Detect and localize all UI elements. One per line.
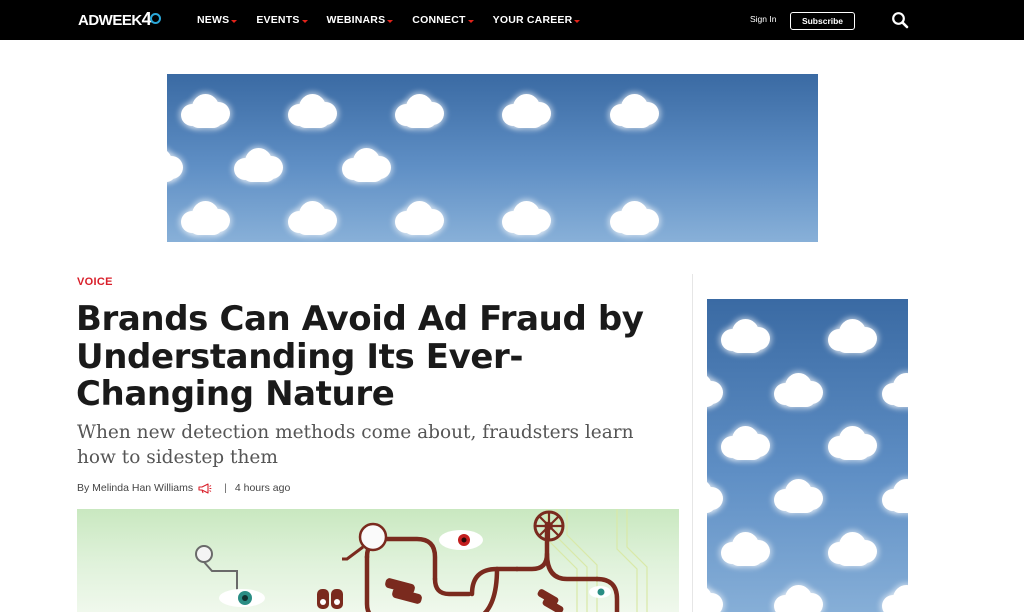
cloud-shape (774, 477, 824, 515)
cloud-shape (828, 317, 878, 355)
cloud-shape (288, 199, 338, 237)
leaderboard-ad[interactable] (167, 74, 818, 242)
hero-illustration (77, 509, 679, 612)
subscribe-button[interactable]: Subscribe (790, 12, 855, 30)
cloud-shape (502, 199, 552, 237)
main-nav: NEWS EVENTS WEBINARS CONNECT YOUR CAREER (197, 0, 599, 40)
nav-item-webinars[interactable]: WEBINARS (327, 14, 394, 26)
cloud-shape (774, 583, 824, 612)
cloud-shape (181, 199, 231, 237)
cloud-shape (288, 92, 338, 130)
sign-in-link[interactable]: Sign In (750, 14, 776, 24)
cloud-shape (181, 92, 231, 130)
cloud-shape (828, 424, 878, 462)
cloud-shape (395, 92, 445, 130)
cloud-shape (610, 92, 660, 130)
cloud-shape (882, 583, 908, 612)
cloud-shape (721, 317, 771, 355)
cloud-shape (882, 371, 908, 409)
search-icon[interactable] (891, 11, 909, 29)
cloud-shape (502, 92, 552, 130)
cloud-shape (721, 530, 771, 568)
cloud-shape (774, 371, 824, 409)
cloud-shape (610, 199, 660, 237)
top-nav-bar: ADWEEK4 NEWS EVENTS WEBINARS CONNECT YOU… (0, 0, 1024, 40)
column-divider (692, 274, 693, 612)
nav-item-news[interactable]: NEWS (197, 14, 238, 26)
chevron-down-icon (387, 20, 394, 23)
chevron-down-icon (467, 20, 474, 23)
section-label[interactable]: VOICE (77, 276, 113, 288)
chevron-down-icon (231, 20, 238, 23)
cloud-shape (342, 146, 392, 184)
chevron-down-icon (301, 20, 308, 23)
article-dek: When new detection methods come about, f… (77, 422, 634, 468)
author-name[interactable]: By Melinda Han Williams (77, 482, 193, 494)
chevron-down-icon (574, 20, 581, 23)
cloud-shape (828, 530, 878, 568)
logo-text: ADWEEK (78, 12, 142, 29)
cloud-shape (721, 424, 771, 462)
cloud-shape (167, 146, 184, 184)
cloud-shape (707, 583, 724, 612)
cloud-shape (395, 199, 445, 237)
byline: By Melinda Han Williams | 4 hours ago (77, 482, 290, 494)
article-headline: Brands Can Avoid Ad Fraud by Understandi… (76, 299, 644, 414)
cloud-shape (882, 477, 908, 515)
byline-separator: | (224, 482, 227, 494)
logo-number: 4 (142, 9, 161, 29)
cloud-shape (234, 146, 284, 184)
adweek-logo[interactable]: ADWEEK4 (78, 9, 161, 30)
nav-item-connect[interactable]: CONNECT (412, 14, 474, 26)
cloud-shape (707, 371, 724, 409)
cloud-shape (707, 477, 724, 515)
nav-item-your-career[interactable]: YOUR CAREER (493, 14, 581, 26)
megaphone-icon (198, 482, 212, 494)
nav-item-events[interactable]: EVENTS (256, 14, 308, 26)
skyscraper-ad[interactable] (707, 299, 908, 612)
timestamp: 4 hours ago (234, 482, 291, 494)
